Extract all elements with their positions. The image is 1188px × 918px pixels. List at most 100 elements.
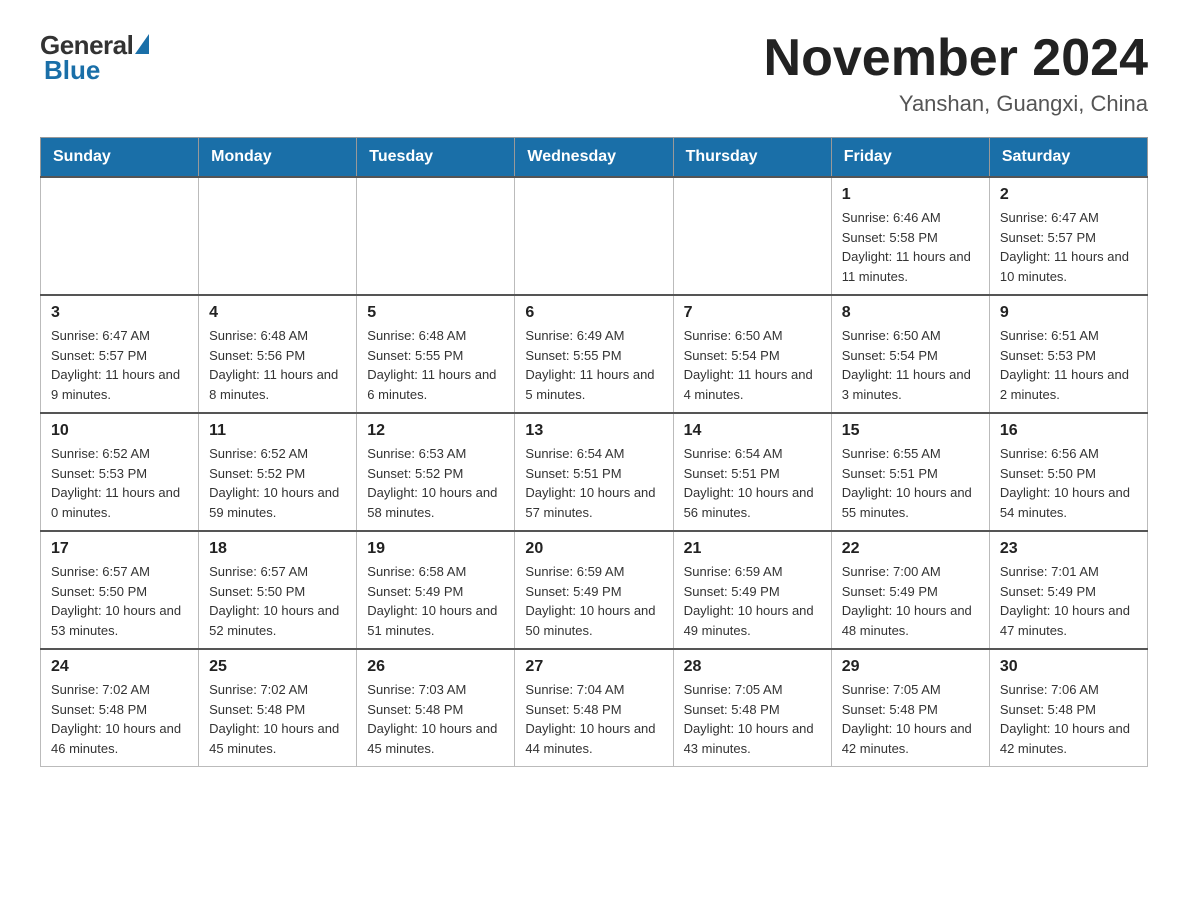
calendar-cell <box>673 177 831 295</box>
calendar-header-saturday: Saturday <box>989 138 1147 178</box>
day-info: Sunrise: 6:57 AM Sunset: 5:50 PM Dayligh… <box>51 562 188 640</box>
calendar-cell: 13 Sunrise: 6:54 AM Sunset: 5:51 PM Dayli… <box>515 413 673 531</box>
title-area: November 2024 Yanshan, Guangxi, China <box>764 30 1148 117</box>
calendar-cell <box>515 177 673 295</box>
day-info: Sunrise: 7:04 AM Sunset: 5:48 PM Dayligh… <box>525 680 662 758</box>
day-number: 13 <box>525 422 662 440</box>
day-info: Sunrise: 6:49 AM Sunset: 5:55 PM Dayligh… <box>525 326 662 404</box>
calendar-cell <box>199 177 357 295</box>
calendar-cell: 19 Sunrise: 6:58 AM Sunset: 5:49 PM Dayli… <box>357 531 515 649</box>
calendar-cell: 23 Sunrise: 7:01 AM Sunset: 5:49 PM Dayli… <box>989 531 1147 649</box>
location-title: Yanshan, Guangxi, China <box>764 91 1148 117</box>
day-number: 14 <box>684 422 821 440</box>
calendar-cell: 29Sunrise: 7:05 AM Sunset: 5:48 PM Dayli… <box>831 649 989 767</box>
day-number: 2 <box>1000 186 1137 204</box>
calendar-cell: 10 Sunrise: 6:52 AM Sunset: 5:53 PM Dayli… <box>41 413 199 531</box>
day-info: Sunrise: 6:48 AM Sunset: 5:56 PM Dayligh… <box>209 326 346 404</box>
calendar-cell: 15 Sunrise: 6:55 AM Sunset: 5:51 PM Dayli… <box>831 413 989 531</box>
day-number: 11 <box>209 422 346 440</box>
day-info: Sunrise: 7:03 AM Sunset: 5:48 PM Dayligh… <box>367 680 504 758</box>
calendar-week-row: 24 Sunrise: 7:02 AM Sunset: 5:48 PM Dayli… <box>41 649 1148 767</box>
day-number: 24 <box>51 658 188 676</box>
day-info: Sunrise: 7:01 AM Sunset: 5:49 PM Dayligh… <box>1000 562 1137 640</box>
calendar-cell: 4 Sunrise: 6:48 AM Sunset: 5:56 PM Daylig… <box>199 295 357 413</box>
calendar-header-wednesday: Wednesday <box>515 138 673 178</box>
calendar-cell: 9Sunrise: 6:51 AM Sunset: 5:53 PM Daylig… <box>989 295 1147 413</box>
calendar-cell: 6Sunrise: 6:49 AM Sunset: 5:55 PM Daylig… <box>515 295 673 413</box>
calendar-header-thursday: Thursday <box>673 138 831 178</box>
calendar-header-tuesday: Tuesday <box>357 138 515 178</box>
day-number: 21 <box>684 540 821 558</box>
day-number: 16 <box>1000 422 1137 440</box>
logo: General Blue <box>40 30 149 86</box>
calendar-cell: 28 Sunrise: 7:05 AM Sunset: 5:48 PM Dayli… <box>673 649 831 767</box>
day-number: 15 <box>842 422 979 440</box>
calendar-cell: 16 Sunrise: 6:56 AM Sunset: 5:50 PM Dayli… <box>989 413 1147 531</box>
day-number: 19 <box>367 540 504 558</box>
calendar-cell: 18Sunrise: 6:57 AM Sunset: 5:50 PM Dayli… <box>199 531 357 649</box>
day-info: Sunrise: 7:02 AM Sunset: 5:48 PM Dayligh… <box>51 680 188 758</box>
day-info: Sunrise: 6:52 AM Sunset: 5:53 PM Dayligh… <box>51 444 188 522</box>
day-number: 17 <box>51 540 188 558</box>
day-number: 20 <box>525 540 662 558</box>
calendar-cell: 14 Sunrise: 6:54 AM Sunset: 5:51 PM Dayli… <box>673 413 831 531</box>
calendar-cell: 8Sunrise: 6:50 AM Sunset: 5:54 PM Daylig… <box>831 295 989 413</box>
day-number: 10 <box>51 422 188 440</box>
day-number: 28 <box>684 658 821 676</box>
calendar-header-sunday: Sunday <box>41 138 199 178</box>
calendar-cell <box>41 177 199 295</box>
calendar-week-row: 17 Sunrise: 6:57 AM Sunset: 5:50 PM Dayli… <box>41 531 1148 649</box>
calendar-cell: 1Sunrise: 6:46 AM Sunset: 5:58 PM Daylig… <box>831 177 989 295</box>
day-info: Sunrise: 6:46 AM Sunset: 5:58 PM Dayligh… <box>842 208 979 286</box>
day-info: Sunrise: 6:55 AM Sunset: 5:51 PM Dayligh… <box>842 444 979 522</box>
day-number: 26 <box>367 658 504 676</box>
calendar-cell: 2 Sunrise: 6:47 AM Sunset: 5:57 PM Daylig… <box>989 177 1147 295</box>
day-number: 12 <box>367 422 504 440</box>
day-info: Sunrise: 6:59 AM Sunset: 5:49 PM Dayligh… <box>525 562 662 640</box>
calendar-cell: 12Sunrise: 6:53 AM Sunset: 5:52 PM Dayli… <box>357 413 515 531</box>
calendar-cell: 25 Sunrise: 7:02 AM Sunset: 5:48 PM Dayli… <box>199 649 357 767</box>
calendar-week-row: 10 Sunrise: 6:52 AM Sunset: 5:53 PM Dayli… <box>41 413 1148 531</box>
day-info: Sunrise: 7:05 AM Sunset: 5:48 PM Dayligh… <box>684 680 821 758</box>
day-info: Sunrise: 6:48 AM Sunset: 5:55 PM Dayligh… <box>367 326 504 404</box>
day-number: 4 <box>209 304 346 322</box>
day-info: Sunrise: 6:54 AM Sunset: 5:51 PM Dayligh… <box>684 444 821 522</box>
day-number: 30 <box>1000 658 1137 676</box>
day-info: Sunrise: 6:56 AM Sunset: 5:50 PM Dayligh… <box>1000 444 1137 522</box>
day-info: Sunrise: 7:02 AM Sunset: 5:48 PM Dayligh… <box>209 680 346 758</box>
calendar-cell <box>357 177 515 295</box>
day-number: 22 <box>842 540 979 558</box>
calendar-cell: 20 Sunrise: 6:59 AM Sunset: 5:49 PM Dayli… <box>515 531 673 649</box>
day-number: 7 <box>684 304 821 322</box>
calendar-cell: 7 Sunrise: 6:50 AM Sunset: 5:54 PM Daylig… <box>673 295 831 413</box>
day-info: Sunrise: 6:47 AM Sunset: 5:57 PM Dayligh… <box>1000 208 1137 286</box>
day-info: Sunrise: 6:50 AM Sunset: 5:54 PM Dayligh… <box>842 326 979 404</box>
day-info: Sunrise: 7:00 AM Sunset: 5:49 PM Dayligh… <box>842 562 979 640</box>
day-number: 18 <box>209 540 346 558</box>
calendar-cell: 22 Sunrise: 7:00 AM Sunset: 5:49 PM Dayli… <box>831 531 989 649</box>
calendar-week-row: 3 Sunrise: 6:47 AM Sunset: 5:57 PM Daylig… <box>41 295 1148 413</box>
calendar-cell: 26 Sunrise: 7:03 AM Sunset: 5:48 PM Dayli… <box>357 649 515 767</box>
calendar-cell: 21 Sunrise: 6:59 AM Sunset: 5:49 PM Dayli… <box>673 531 831 649</box>
day-info: Sunrise: 6:54 AM Sunset: 5:51 PM Dayligh… <box>525 444 662 522</box>
calendar-cell: 3 Sunrise: 6:47 AM Sunset: 5:57 PM Daylig… <box>41 295 199 413</box>
day-info: Sunrise: 6:47 AM Sunset: 5:57 PM Dayligh… <box>51 326 188 404</box>
calendar-cell: 17 Sunrise: 6:57 AM Sunset: 5:50 PM Dayli… <box>41 531 199 649</box>
day-number: 5 <box>367 304 504 322</box>
day-number: 3 <box>51 304 188 322</box>
day-number: 9 <box>1000 304 1137 322</box>
logo-triangle-icon <box>135 34 149 54</box>
calendar-week-row: 1Sunrise: 6:46 AM Sunset: 5:58 PM Daylig… <box>41 177 1148 295</box>
calendar-cell: 27 Sunrise: 7:04 AM Sunset: 5:48 PM Dayli… <box>515 649 673 767</box>
day-info: Sunrise: 6:50 AM Sunset: 5:54 PM Dayligh… <box>684 326 821 404</box>
calendar-header-row: SundayMondayTuesdayWednesdayThursdayFrid… <box>41 138 1148 178</box>
calendar-cell: 24 Sunrise: 7:02 AM Sunset: 5:48 PM Dayli… <box>41 649 199 767</box>
day-number: 23 <box>1000 540 1137 558</box>
day-info: Sunrise: 7:06 AM Sunset: 5:48 PM Dayligh… <box>1000 680 1137 758</box>
day-number: 29 <box>842 658 979 676</box>
day-number: 25 <box>209 658 346 676</box>
day-number: 27 <box>525 658 662 676</box>
day-info: Sunrise: 6:59 AM Sunset: 5:49 PM Dayligh… <box>684 562 821 640</box>
day-info: Sunrise: 6:58 AM Sunset: 5:49 PM Dayligh… <box>367 562 504 640</box>
page-header: General Blue November 2024 Yanshan, Guan… <box>40 30 1148 117</box>
